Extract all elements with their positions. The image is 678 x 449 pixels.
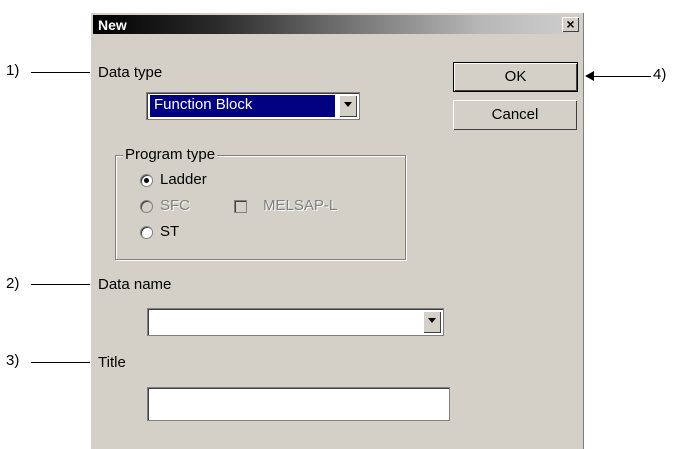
ladder-label[interactable]: Ladder bbox=[160, 171, 207, 188]
ok-label: OK bbox=[504, 68, 527, 85]
dialog-title: New bbox=[98, 17, 127, 33]
callout-2-line bbox=[31, 284, 97, 285]
title-bar: New × bbox=[93, 15, 581, 34]
data-name-value bbox=[151, 311, 419, 333]
radio-selected-dot bbox=[144, 178, 149, 183]
data-name-select[interactable] bbox=[147, 308, 444, 336]
callout-3-line bbox=[31, 362, 97, 363]
data-type-value: Function Block bbox=[150, 95, 335, 117]
title-input[interactable] bbox=[147, 387, 450, 421]
close-icon: × bbox=[566, 16, 575, 32]
data-name-label: Data name bbox=[98, 276, 172, 293]
cancel-button[interactable]: Cancel bbox=[453, 100, 577, 130]
close-button[interactable]: × bbox=[562, 17, 579, 32]
program-type-group: Program type Ladder SFC MELSAP-L ST bbox=[115, 146, 406, 260]
new-dialog: New × Data type Function Block Program t… bbox=[90, 12, 584, 449]
data-type-label: Data type bbox=[98, 64, 163, 81]
ok-button[interactable]: OK bbox=[453, 62, 578, 92]
chevron-down-icon[interactable] bbox=[339, 95, 357, 117]
sfc-radio bbox=[140, 200, 153, 213]
callout-2: 2) bbox=[6, 275, 20, 292]
data-type-select[interactable]: Function Block bbox=[146, 92, 360, 120]
callout-3: 3) bbox=[6, 352, 20, 369]
st-label[interactable]: ST bbox=[160, 223, 179, 240]
st-radio[interactable] bbox=[140, 226, 153, 239]
program-type-title: Program type bbox=[123, 146, 218, 163]
melsap-label: MELSAP-L bbox=[263, 197, 338, 214]
ladder-radio[interactable] bbox=[140, 174, 153, 187]
callout-1: 1) bbox=[6, 62, 20, 79]
melsap-checkbox bbox=[234, 200, 247, 213]
title-label: Title bbox=[98, 354, 126, 371]
chevron-down-icon[interactable] bbox=[423, 311, 441, 333]
callout-1-line bbox=[31, 72, 97, 73]
callout-4-line bbox=[593, 76, 651, 77]
callout-4: 4) bbox=[653, 66, 667, 83]
sfc-label: SFC bbox=[160, 197, 190, 214]
cancel-label: Cancel bbox=[491, 106, 539, 123]
